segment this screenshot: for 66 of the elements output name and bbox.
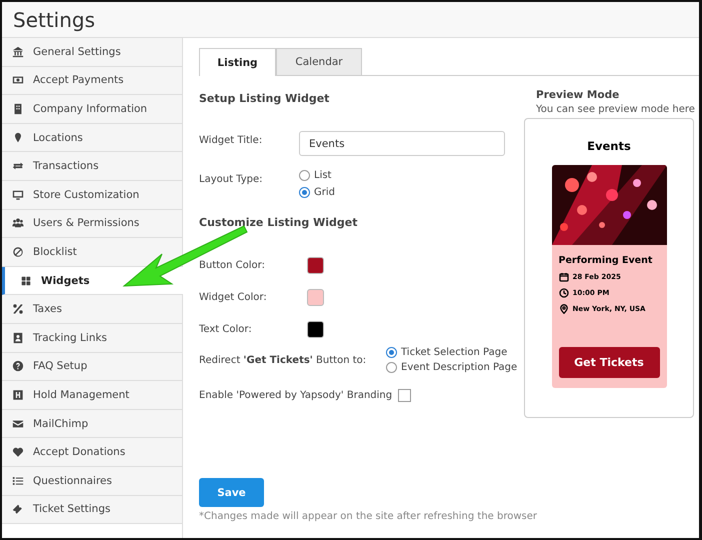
list-icon [12, 474, 24, 487]
widget-title: Events [587, 139, 631, 153]
color-swatch[interactable] [307, 257, 324, 274]
section-heading: Customize Listing Widget [199, 216, 358, 229]
sidebar-item[interactable]: Accept Payments [2, 66, 182, 96]
arrows-icon [12, 160, 24, 172]
section-heading: Setup Listing Widget [199, 92, 330, 105]
contact-icon [12, 332, 24, 344]
preview-heading: Preview Mode [535, 89, 620, 101]
sidebar-item[interactable]: Ticket Settings [2, 496, 182, 524]
heart-icon [12, 446, 24, 458]
question-icon [12, 360, 24, 372]
banknote-icon [12, 74, 24, 86]
sidebar-item[interactable]: Blocklist [2, 238, 182, 267]
checkbox[interactable] [398, 389, 412, 402]
radio-button[interactable] [386, 362, 397, 373]
radio-button[interactable] [299, 187, 310, 198]
sidebar-item[interactable]: Taxes [2, 295, 182, 324]
sidebar-item[interactable]: Tracking Links [2, 324, 182, 353]
sidebar-item[interactable]: Locations [2, 124, 182, 152]
get-tickets-button[interactable]: Get Tickets [558, 347, 660, 378]
tab[interactable]: Listing [199, 48, 276, 76]
sidebar-item[interactable]: Transactions [2, 152, 182, 181]
sidebar-item[interactable]: FAQ Setup [2, 352, 182, 382]
field-label: Button Color: [199, 260, 266, 271]
option-label: Ticket Selection Page [401, 347, 508, 358]
calendar-icon [558, 272, 568, 282]
sidebar-item[interactable]: Accept Donations [2, 438, 182, 467]
envelope-icon [12, 418, 24, 430]
monitor-icon [12, 188, 24, 201]
option-label: List [314, 170, 332, 181]
field-label: Text Color: [199, 324, 253, 335]
pin-icon [558, 304, 568, 314]
sidebar-item[interactable]: Users & Permissions [2, 210, 182, 238]
clock-icon [558, 288, 568, 298]
ticket-icon [12, 503, 24, 516]
color-swatch[interactable] [307, 289, 324, 306]
field-label: Layout Type: [199, 173, 264, 187]
ban-icon [12, 246, 24, 258]
sidebar-item[interactable]: Store Customization [2, 180, 182, 210]
event-name: Performing Event [558, 255, 654, 266]
field-label: Enable 'Powered by Yapsody' Branding [199, 390, 392, 401]
sidebar-item[interactable]: MailChimp [2, 410, 182, 438]
sidebar-item[interactable]: Hold Management [2, 381, 182, 410]
preview-subtitle: You can see preview mode here [535, 104, 694, 115]
field-label: Widget Color: [199, 292, 268, 303]
option-label: Event Description Page [401, 362, 518, 373]
option-label: Grid [314, 187, 335, 198]
color-swatch[interactable] [307, 321, 324, 338]
sidebar-item[interactable]: General Settings [2, 38, 182, 67]
grid-icon [20, 274, 32, 287]
radio-button[interactable] [386, 347, 397, 358]
note-text: *Changes made will appear on the site after refreshing the browser [199, 511, 538, 522]
widget-title-field[interactable]: Events [299, 131, 505, 156]
sidebar-item[interactable]: Company Information [2, 95, 182, 124]
building-icon [12, 102, 24, 115]
sidebar-item[interactable]: Questionnaires [2, 466, 182, 496]
page-title: Settings [13, 8, 96, 32]
radio-button[interactable] [299, 170, 310, 181]
pin-icon [12, 132, 24, 144]
bank-icon [12, 46, 24, 58]
field-label: Redirect 'Get Tickets' Button to: [199, 354, 368, 366]
users-icon [12, 217, 24, 230]
field-label: Widget Title: [199, 134, 264, 148]
percent-icon [12, 303, 24, 316]
tab[interactable]: Calendar [276, 48, 362, 75]
